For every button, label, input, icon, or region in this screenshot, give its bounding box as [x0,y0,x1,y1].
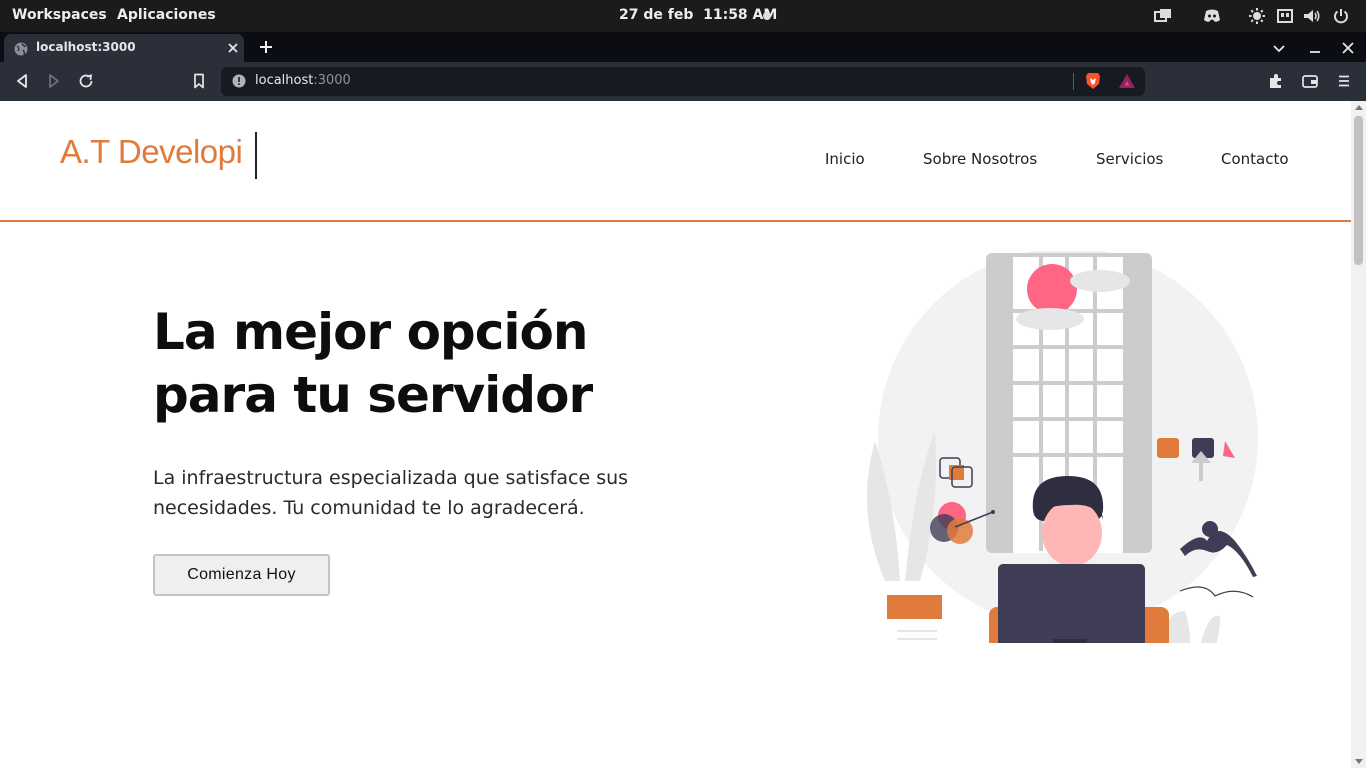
text-caret [255,132,257,179]
minimize-icon[interactable] [1307,40,1323,56]
chevron-down-icon[interactable] [1271,40,1287,56]
close-window-icon[interactable] [1340,40,1356,56]
url-text[interactable]: localhost:3000 [255,73,351,88]
applications-menu[interactable]: Aplicaciones [117,7,216,23]
nav-link-inicio[interactable]: Inicio [825,150,865,168]
browser-tab-strip: localhost:3000 [0,32,1366,62]
url-host: localhost [255,73,314,88]
display-icon[interactable] [1276,7,1294,25]
hero-title-line-2: para tu servidor [153,366,593,424]
notification-dot-icon [763,12,771,20]
reload-icon[interactable] [77,72,95,90]
workspaces-menu[interactable]: Workspaces [12,7,107,23]
tab-title: localhost:3000 [36,40,136,54]
close-icon[interactable] [226,41,240,55]
browser-toolbar: localhost:3000 [0,62,1366,101]
url-divider [1073,73,1074,90]
hero-title-line-1: La mejor opción [153,303,588,361]
back-icon[interactable] [13,72,31,90]
menu-icon[interactable] [1335,72,1353,90]
nav-link-sobre-nosotros[interactable]: Sobre Nosotros [923,150,1037,168]
brave-shield-icon[interactable] [1085,72,1101,90]
os-top-bar: Workspaces Aplicaciones 27 de feb 11:58 … [0,0,1366,32]
bookmark-icon[interactable] [190,72,208,90]
scroll-down-icon[interactable] [1355,759,1363,764]
scroll-thumb[interactable] [1354,116,1363,265]
discord-icon[interactable] [1203,7,1221,25]
browser-tab[interactable]: localhost:3000 [4,34,244,62]
scroll-up-icon[interactable] [1355,105,1363,110]
web-page: A.T Developi Inicio Sobre Nosotros Servi… [0,101,1351,768]
hero-subtitle-line-1: La infraestructura especializada que sat… [153,467,629,489]
clock[interactable]: 27 de feb 11:58 AM [619,7,777,23]
nav-link-servicios[interactable]: Servicios [1096,150,1163,168]
plus-icon[interactable] [258,39,274,55]
address-bar[interactable]: localhost:3000 [221,67,1145,96]
cta-button[interactable]: Comienza Hoy [153,554,330,596]
hero-subtitle-line-2: necesidades. Tu comunidad te lo agradece… [153,497,585,519]
site-header: A.T Developi Inicio Sobre Nosotros Servi… [0,101,1351,222]
brightness-icon[interactable] [1248,7,1266,25]
windows-icon[interactable] [1154,7,1172,25]
url-port: :3000 [313,73,351,88]
site-logo[interactable]: A.T Developi [60,133,256,171]
date-label: 27 de feb [619,7,694,23]
page-scrollbar[interactable] [1351,101,1366,768]
info-icon[interactable] [232,74,246,88]
volume-icon[interactable] [1303,7,1321,25]
brave-rewards-icon[interactable] [1118,73,1136,89]
nav-link-contacto[interactable]: Contacto [1221,150,1289,168]
wallet-icon[interactable] [1301,72,1319,90]
hero-illustration [867,251,1258,643]
forward-icon[interactable] [45,72,63,90]
hero-subtitle: La infraestructura especializada que sat… [153,463,693,523]
extensions-icon[interactable] [1267,72,1285,90]
globe-icon [14,42,28,56]
hero-title: La mejor opción para tu servidor [153,301,593,427]
power-icon[interactable] [1332,7,1350,25]
